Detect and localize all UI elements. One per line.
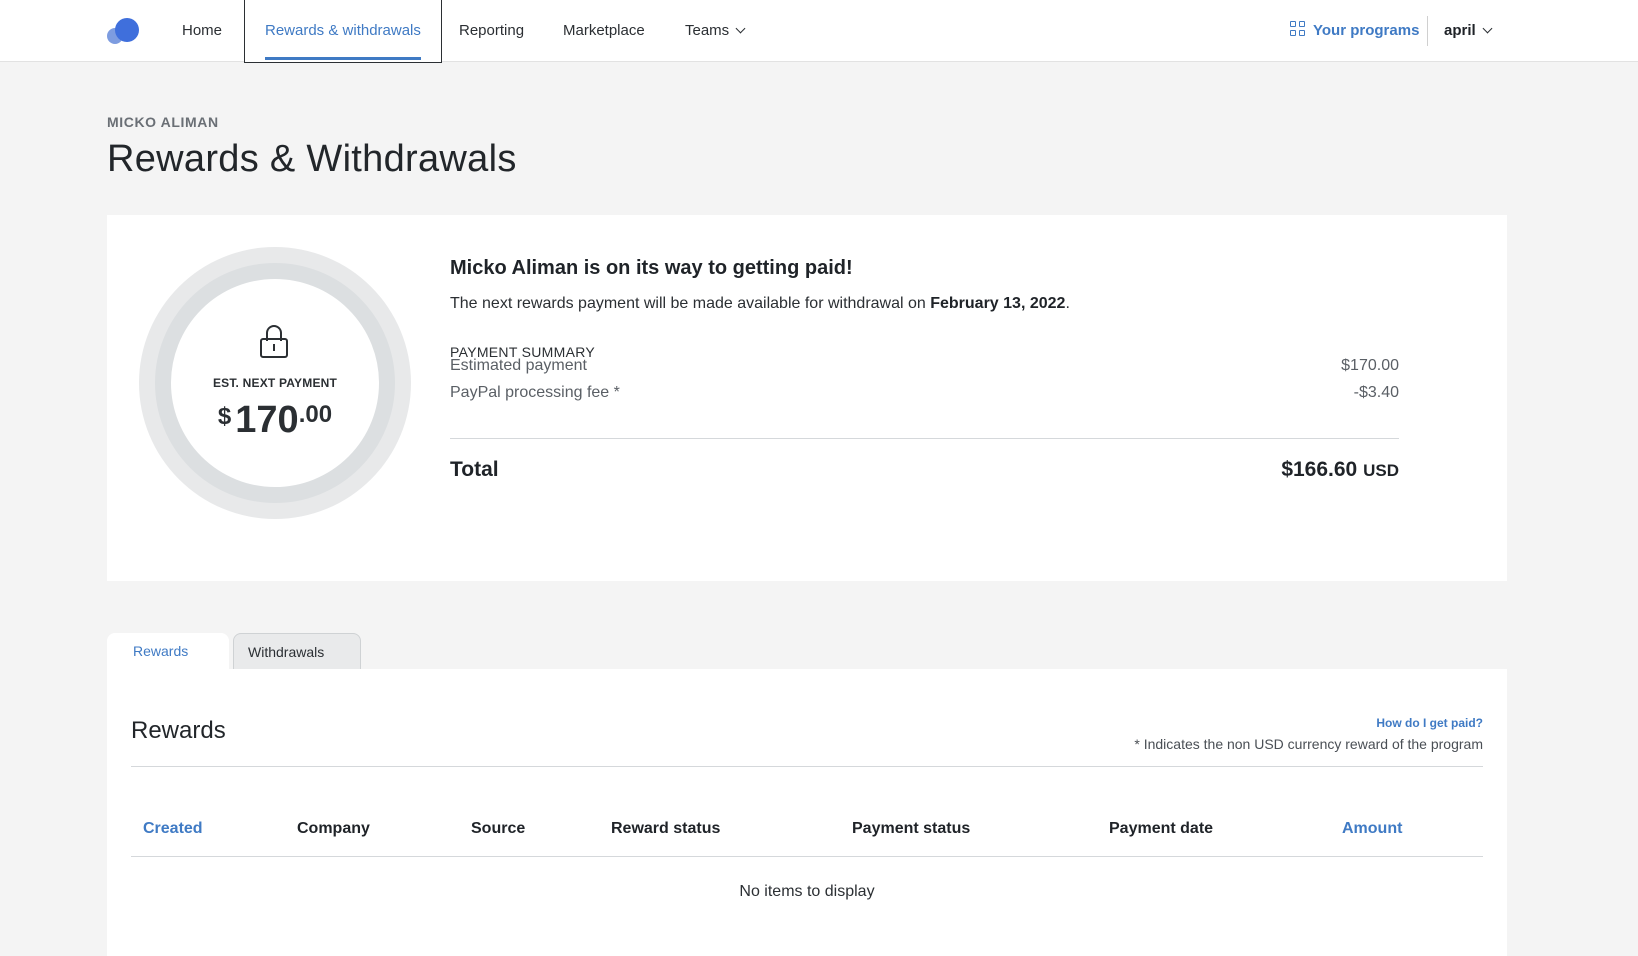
nav-reporting[interactable]: Reporting bbox=[459, 0, 524, 62]
how-do-i-get-paid-link[interactable]: How do I get paid? bbox=[1376, 716, 1483, 730]
chevron-down-icon bbox=[735, 23, 746, 34]
column-header-payment-date: Payment date bbox=[1109, 820, 1214, 837]
currency-note: * Indicates the non USD currency reward … bbox=[1134, 736, 1483, 752]
rewards-panel: Rewards How do I get paid? * Indicates t… bbox=[107, 669, 1507, 956]
lock-icon bbox=[260, 325, 288, 359]
subline-text: The next rewards payment will be made av… bbox=[450, 295, 931, 312]
next-payment-ring: EST. NEXT PAYMENT $170.00 bbox=[139, 247, 411, 519]
nav-teams[interactable]: Teams bbox=[685, 0, 746, 62]
column-header-reward-status: Reward status bbox=[611, 820, 721, 837]
summary-divider bbox=[450, 438, 1399, 439]
summary-total: Total $166.60 USD bbox=[450, 458, 1399, 482]
rewards-title: Rewards bbox=[131, 717, 226, 744]
user-name: april bbox=[1444, 22, 1476, 39]
column-header-payment-status: Payment status bbox=[852, 820, 971, 837]
your-programs-link[interactable]: Your programs bbox=[1290, 0, 1419, 62]
top-nav: Home Rewards & withdrawals Reporting Mar… bbox=[0, 0, 1638, 63]
nav-home[interactable]: Home bbox=[182, 0, 222, 62]
nav-marketplace[interactable]: Marketplace bbox=[563, 0, 645, 62]
summary-row-estimated: Estimated payment $170.00 bbox=[450, 357, 1399, 375]
payment-subline: The next rewards payment will be made av… bbox=[450, 295, 1070, 313]
panel-divider bbox=[131, 766, 1483, 767]
summary-row-fee: PayPal processing fee * -$3.40 bbox=[450, 384, 1399, 402]
tab-rewards[interactable]: Rewards bbox=[107, 633, 229, 669]
column-header-created[interactable]: Created bbox=[143, 820, 203, 838]
tab-withdrawals[interactable]: Withdrawals bbox=[233, 633, 361, 669]
active-tab-indicator bbox=[265, 57, 421, 60]
empty-table-message: No items to display bbox=[739, 883, 875, 900]
column-header-source: Source bbox=[471, 820, 526, 837]
table-header-divider bbox=[131, 856, 1483, 857]
summary-row-value: $170.00 bbox=[1341, 357, 1399, 374]
est-next-payment-amount: $170.00 bbox=[139, 399, 411, 442]
est-currency: $ bbox=[217, 403, 232, 430]
est-next-payment-label: EST. NEXT PAYMENT bbox=[212, 376, 338, 390]
summary-row-value: -$3.40 bbox=[1353, 384, 1399, 401]
logo-dot-dark bbox=[115, 18, 139, 42]
payment-headline: Micko Aliman is on its way to getting pa… bbox=[450, 257, 853, 279]
nav-rewards-withdrawals[interactable]: Rewards & withdrawals bbox=[244, 0, 442, 63]
total-label: Total bbox=[450, 458, 499, 481]
summary-row-label: Estimated payment bbox=[450, 357, 587, 374]
grid-icon bbox=[1290, 21, 1306, 37]
column-header-company: Company bbox=[297, 820, 370, 837]
your-programs-label: Your programs bbox=[1313, 22, 1420, 39]
chevron-down-icon bbox=[1482, 23, 1493, 34]
payment-date: February 13, 2022 bbox=[930, 295, 1066, 312]
brand-logo[interactable] bbox=[107, 18, 139, 44]
total-value: $166.60 USD bbox=[1281, 458, 1399, 482]
account-owner-name: MICKO ALIMAN bbox=[107, 114, 219, 130]
est-amount-integer: 170 bbox=[235, 399, 299, 441]
nav-rewards-withdrawals-label: Rewards & withdrawals bbox=[265, 22, 421, 39]
subline-end: . bbox=[1065, 295, 1070, 312]
nav-teams-label: Teams bbox=[685, 22, 730, 39]
total-currency: USD bbox=[1363, 461, 1399, 480]
page-title: Rewards & Withdrawals bbox=[107, 138, 517, 180]
column-header-amount[interactable]: Amount bbox=[1342, 820, 1402, 838]
summary-row-label: PayPal processing fee * bbox=[450, 384, 620, 401]
est-amount-decimal: .00 bbox=[298, 401, 333, 428]
nav-divider bbox=[1427, 16, 1428, 46]
payment-summary-card: EST. NEXT PAYMENT $170.00 Micko Aliman i… bbox=[107, 215, 1507, 581]
user-menu[interactable]: april bbox=[1444, 0, 1493, 62]
total-amount: $166.60 bbox=[1281, 458, 1358, 481]
